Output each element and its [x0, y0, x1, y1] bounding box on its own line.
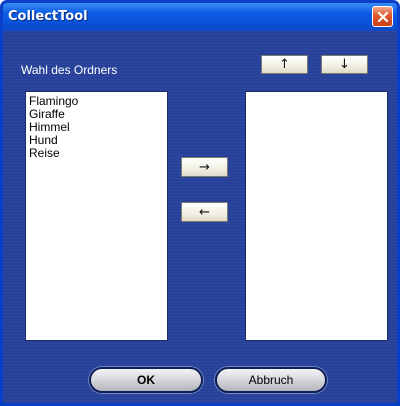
- ok-button[interactable]: OK: [89, 367, 203, 393]
- title-bar[interactable]: CollectTool: [3, 3, 397, 31]
- remove-button[interactable]: ←: [181, 202, 228, 222]
- move-down-button[interactable]: ↓: [321, 55, 368, 74]
- close-button[interactable]: [372, 6, 393, 27]
- move-up-button[interactable]: ↑: [261, 55, 308, 74]
- dialog-body: Wahl des Ordners ↑ ↓ Flamingo Giraffe Himm…: [3, 31, 397, 403]
- window-title: CollectTool: [8, 9, 88, 24]
- list-item[interactable]: Reise: [26, 147, 167, 160]
- close-icon: [377, 11, 388, 22]
- folder-label: Wahl des Ordners: [21, 63, 118, 77]
- add-button[interactable]: →: [181, 157, 228, 177]
- target-list[interactable]: [245, 91, 388, 341]
- dialog-window: CollectTool Wahl des Ordners ↑ ↓ Flaming…: [0, 0, 400, 406]
- cancel-button[interactable]: Abbruch: [215, 367, 327, 393]
- source-list[interactable]: Flamingo Giraffe Himmel Hund Reise: [25, 91, 168, 341]
- cancel-button-label: Abbruch: [248, 373, 294, 387]
- ok-button-label: OK: [137, 373, 155, 387]
